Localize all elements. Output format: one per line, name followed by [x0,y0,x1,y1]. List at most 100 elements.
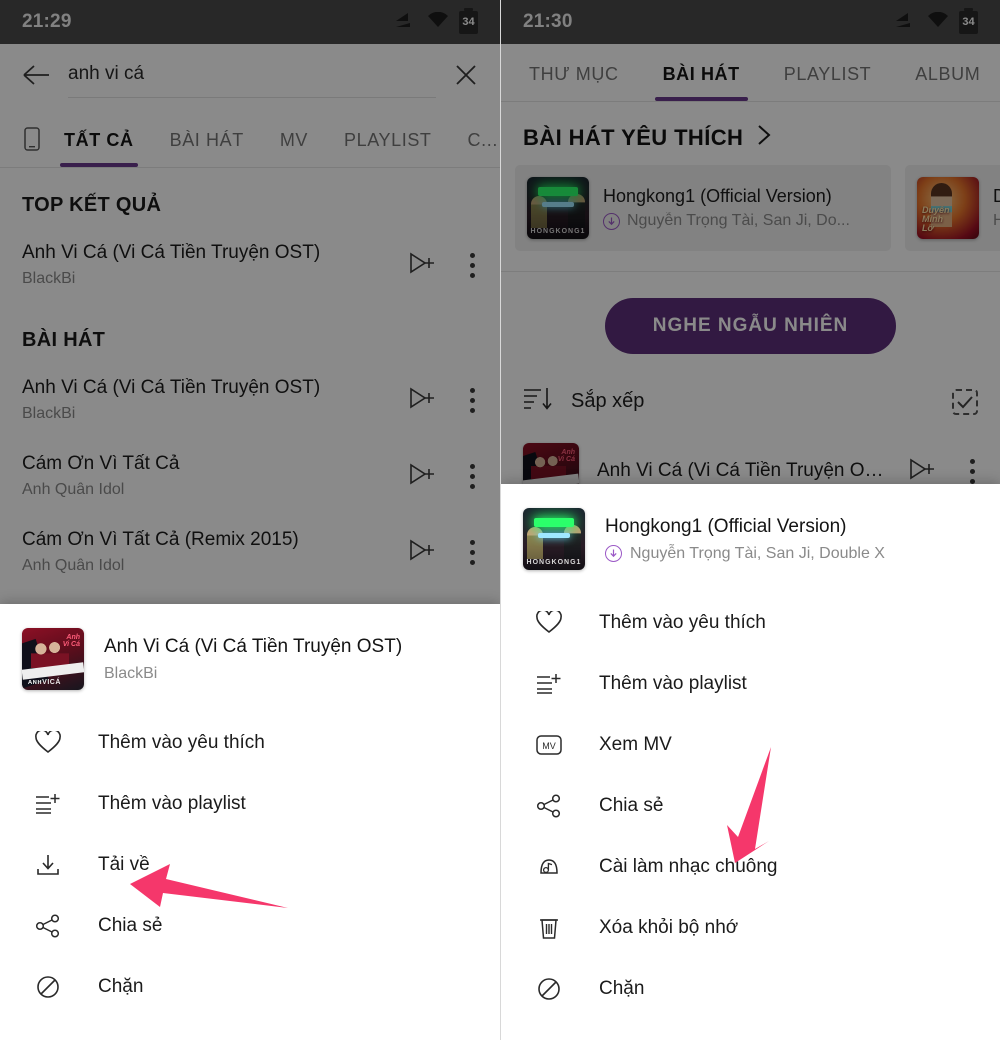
sheet-song-header: Anh Vi Cá ᴀɴʜVICÁ Anh Vi Cá (Vi Cá Tiền Tr… [0,604,500,712]
add-to-queue-icon[interactable] [408,462,438,491]
add-to-queue-icon[interactable] [408,251,438,280]
dual-screenshot: 21:29 34 anh vi cá TẤT CẢ BÀI HÁT MV PLA… [0,0,1000,1040]
close-icon[interactable] [454,63,478,92]
menu-item-label: Chia sẻ [599,794,664,816]
menu-item-label: Tải về [98,853,150,875]
menu-item-label: Cài làm nhạc chuông [599,855,778,877]
menu-item-watch-mv[interactable]: MV Xem MV [501,714,1000,775]
battery-level: 34 [962,16,975,28]
downloaded-icon [603,212,620,230]
select-all-checkbox-icon[interactable] [952,388,978,415]
hongkong1-album-art: HONGKONG1 [527,177,589,239]
overflow-menu-icon[interactable] [464,384,480,417]
song-list-item[interactable]: Anh Vi Cá (Vi Cá Tiền Truyện OST) BlackB… [0,362,500,438]
add-to-queue-icon[interactable] [408,386,438,415]
tab-ca-si[interactable]: C... [450,130,500,167]
menu-item-label: Thêm vào playlist [599,672,747,694]
search-input[interactable]: anh vi cá [68,57,436,98]
tab-mv[interactable]: MV [262,130,326,167]
heart-icon [535,610,563,635]
tab-bai-hat[interactable]: BÀI HÁT [641,64,762,101]
song-title: Cám Ơn Vì Tất Cả [22,453,180,474]
left-song-options-sheet: Anh Vi Cá ᴀɴʜVICÁ Anh Vi Cá (Vi Cá Tiền Tr… [0,604,500,1040]
signal-icon [895,12,917,33]
add-to-queue-icon[interactable] [908,457,938,486]
download-icon [34,853,62,877]
song-title: Cám Ơn Vì Tất Cả (Remix 2015) [22,529,299,550]
sheet-song-header: HONGKONG1 Hongkong1 (Official Version) N… [501,484,1000,592]
sheet-song-title: Hongkong1 (Official Version) [605,515,847,537]
wifi-icon [427,11,449,33]
menu-item-label: Thêm vào yêu thích [599,611,766,633]
song-title: Anh Vi Cá (Vi Cá Tiền Truyện OST) [22,377,321,398]
menu-item-label: Chặn [98,975,144,997]
menu-item-share[interactable]: Chia sẻ [501,775,1000,836]
status-time: 21:29 [22,11,72,32]
shuffle-play-button[interactable]: NGHE NGẪU NHIÊN [604,298,897,354]
menu-item-download[interactable]: Tải về [0,834,500,895]
favorite-card-artist: Nguyễn Trọng Tài, San Ji, Do... [627,212,850,229]
search-result-row[interactable]: Anh Vi Cá (Vi Cá Tiền Truyện OST) BlackB… [0,227,500,303]
sheet-song-artist: BlackBi [104,664,158,682]
tab-bai-hat[interactable]: BÀI HÁT [152,130,262,167]
hongkong1-album-art: HONGKONG1 [523,508,585,570]
battery-level: 34 [462,16,475,28]
right-tab-bar: THƯ MỤC BÀI HÁT PLAYLIST ALBUM CA SĨ [501,44,1000,102]
favorite-songs-carousel[interactable]: HONGKONG1 Hongkong1 (Official Version) N… [501,165,1000,271]
status-time: 21:30 [523,11,573,32]
block-icon [535,977,563,1001]
menu-item-add-favorite[interactable]: Thêm vào yêu thích [501,592,1000,653]
menu-item-set-ringtone[interactable]: Cài làm nhạc chuông [501,836,1000,897]
add-to-queue-icon[interactable] [408,538,438,567]
playlist-add-icon [34,792,62,816]
tab-tat-ca[interactable]: TẤT CẢ [46,130,152,167]
block-icon [34,975,62,999]
menu-item-label: Chặn [599,977,645,999]
heart-icon [34,730,62,755]
left-tab-bar: TẤT CẢ BÀI HÁT MV PLAYLIST C... [0,110,500,168]
favorite-card[interactable]: HONGKONG1 Hongkong1 (Official Version) N… [515,165,891,251]
favorite-songs-header[interactable]: BÀI HÁT YÊU THÍCH [501,102,1000,165]
song-list-item[interactable]: Cám Ơn Vì Tất Cả (Remix 2015) Anh Quân I… [0,514,500,590]
tab-album[interactable]: ALBUM [893,64,1000,101]
trash-icon [535,916,563,940]
section-title-top-ket-qua: TOP KẾT QUẢ [22,194,162,216]
menu-item-label: Chia sẻ [98,914,163,936]
signal-icon [395,12,417,33]
menu-item-block[interactable]: Chặn [0,956,500,1017]
menu-item-delete-from-storage[interactable]: Xóa khỏi bộ nhớ [501,897,1000,958]
left-phone-panel: 21:29 34 anh vi cá TẤT CẢ BÀI HÁT MV PLA… [0,0,500,1040]
playlist-add-icon [535,672,563,696]
phone-icon[interactable] [14,127,46,167]
left-status-bar: 21:29 34 [0,0,500,44]
menu-item-block[interactable]: Chặn [501,958,1000,1019]
overflow-menu-icon[interactable] [464,249,480,282]
favorite-songs-title: BÀI HÁT YÊU THÍCH [523,124,744,150]
menu-item-add-favorite[interactable]: Thêm vào yêu thích [0,712,500,773]
sort-icon[interactable] [523,386,553,417]
song-list-item[interactable]: Cám Ơn Vì Tất Cả Anh Quân Idol [0,438,500,514]
overflow-menu-icon[interactable] [464,460,480,493]
menu-item-share[interactable]: Chia sẻ [0,895,500,956]
right-status-bar: 21:30 34 [501,0,1000,44]
share-icon [34,913,62,938]
sort-label[interactable]: Sắp xếp [571,390,644,413]
overflow-menu-icon[interactable] [964,455,980,488]
wifi-icon [927,11,949,33]
tab-playlist[interactable]: PLAYLIST [762,64,894,101]
menu-item-add-playlist[interactable]: Thêm vào playlist [0,773,500,834]
song-artist: Anh Quân Idol [22,481,125,498]
svg-text:MV: MV [542,741,556,751]
sheet-song-artist: Nguyễn Trọng Tài, San Ji, Double X [630,544,885,562]
tab-thu-muc[interactable]: THƯ MỤC [507,64,641,101]
favorite-card[interactable]: DuyênMìnhLỡ D H [905,165,1000,251]
tab-playlist[interactable]: PLAYLIST [326,130,450,167]
battery-icon: 34 [959,7,978,34]
favorite-card-artist: H [993,212,1000,230]
menu-item-label: Xóa khỏi bộ nhớ [599,916,739,938]
back-arrow-icon[interactable] [22,64,50,91]
overflow-menu-icon[interactable] [464,536,480,569]
right-song-options-sheet: HONGKONG1 Hongkong1 (Official Version) N… [501,484,1000,1040]
menu-item-label: Xem MV [599,733,672,755]
menu-item-add-playlist[interactable]: Thêm vào playlist [501,653,1000,714]
